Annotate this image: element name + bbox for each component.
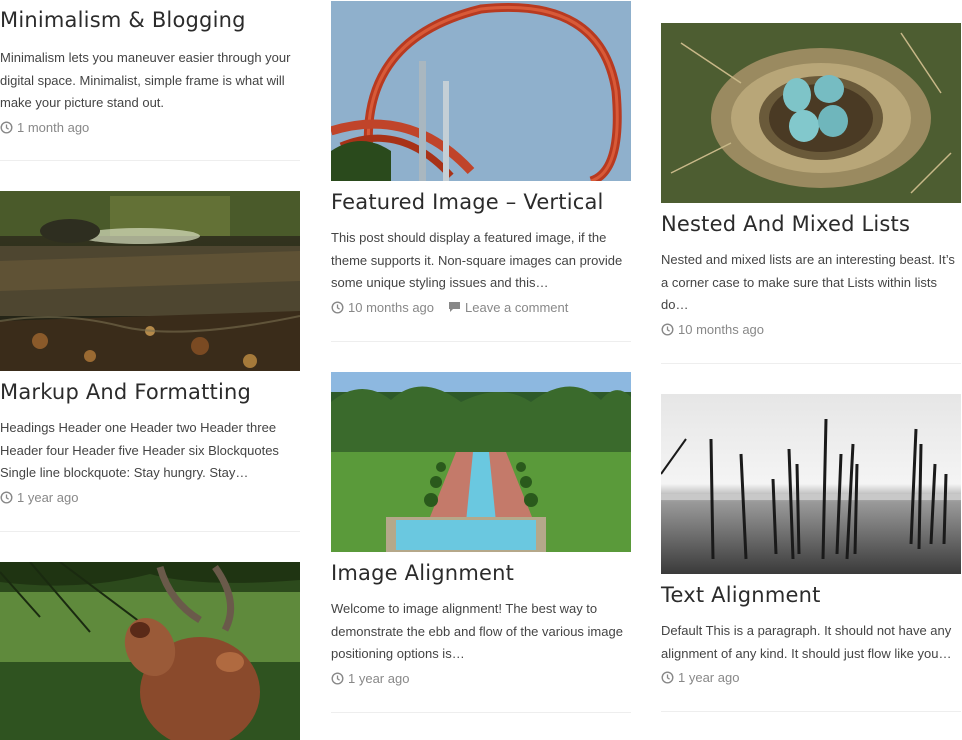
post-card-image-alignment: Image Alignment Welcome to image alignme…	[331, 372, 631, 686]
post-date-text: 1 year ago	[678, 670, 740, 685]
post-card-nested-lists: Nested And Mixed Lists Nested and mixed …	[661, 23, 961, 337]
post-excerpt: Headings Header one Header two Header th…	[0, 420, 279, 480]
post-divider	[0, 531, 300, 532]
post-date-text: 10 months ago	[678, 321, 765, 337]
post-thumbnail-rollercoaster[interactable]	[331, 1, 631, 181]
post-title[interactable]: Markup And Formatting	[0, 378, 300, 406]
post-divider	[661, 711, 961, 712]
post-excerpt: Minimalism lets you maneuver easier thro…	[0, 50, 291, 110]
post-meta: 1 year ago	[0, 490, 300, 505]
leave-comment-link[interactable]: Leave a comment	[448, 300, 568, 315]
post-meta: 1 year ago	[331, 671, 631, 686]
post-date-text: 1 year ago	[17, 489, 79, 505]
post-divider	[661, 363, 961, 364]
post-excerpt: Default This is a paragraph. It should n…	[661, 623, 952, 661]
post-date-text: 1 year ago	[348, 670, 410, 686]
post-card-markup: Markup And Formatting Headings Header on…	[0, 191, 300, 505]
post-divider	[331, 341, 631, 342]
post-title[interactable]: Minimalism & Blogging	[0, 6, 300, 34]
post-date-text: 1 month ago	[17, 119, 90, 135]
post-card-text-alignment: Text Alignment Default This is a paragra…	[661, 394, 961, 685]
leave-comment-text: Leave a comment	[465, 299, 569, 315]
comment-icon	[449, 302, 461, 312]
post-meta: 1 month ago	[0, 120, 300, 135]
post-meta: 1 year ago	[661, 670, 961, 685]
clock-icon	[661, 671, 674, 684]
post-date[interactable]: 1 year ago	[0, 490, 78, 505]
post-thumbnail-garden[interactable]	[331, 372, 631, 552]
post-date[interactable]: 1 month ago	[0, 120, 89, 135]
clock-icon	[661, 322, 674, 336]
clock-icon	[331, 671, 344, 685]
post-date[interactable]: 10 months ago	[331, 300, 434, 315]
post-thumbnail-nest[interactable]	[661, 23, 961, 203]
post-thumbnail-cow[interactable]	[0, 562, 300, 740]
post-title[interactable]: Text Alignment	[661, 581, 961, 609]
clock-icon	[0, 120, 13, 134]
post-card-minimalism: Minimalism & Blogging Minimalism lets yo…	[0, 6, 300, 135]
post-date-text: 10 months ago	[348, 299, 435, 315]
post-meta: 10 months ago Leave a comment	[331, 300, 631, 315]
post-excerpt: Welcome to image alignment! The best way…	[331, 601, 623, 661]
post-excerpt: Nested and mixed lists are an interestin…	[661, 252, 955, 312]
post-title[interactable]: Featured Image – Vertical	[331, 188, 631, 216]
post-divider	[0, 160, 300, 161]
post-thumbnail-sea-posts[interactable]	[661, 394, 961, 574]
post-card-cow	[0, 562, 300, 740]
post-date[interactable]: 1 year ago	[331, 671, 409, 686]
post-title[interactable]: Image Alignment	[331, 559, 631, 587]
post-excerpt: This post should display a featured imag…	[331, 230, 623, 290]
clock-icon	[0, 490, 13, 504]
post-meta: 10 months ago	[661, 322, 961, 337]
post-divider	[331, 712, 631, 713]
post-title[interactable]: Nested And Mixed Lists	[661, 210, 961, 238]
post-date[interactable]: 1 year ago	[661, 670, 739, 685]
post-date[interactable]: 10 months ago	[661, 322, 764, 337]
post-thumbnail-stream[interactable]	[0, 191, 300, 371]
post-card-featured-vertical: Featured Image – Vertical This post shou…	[331, 1, 631, 315]
clock-icon	[331, 300, 344, 314]
